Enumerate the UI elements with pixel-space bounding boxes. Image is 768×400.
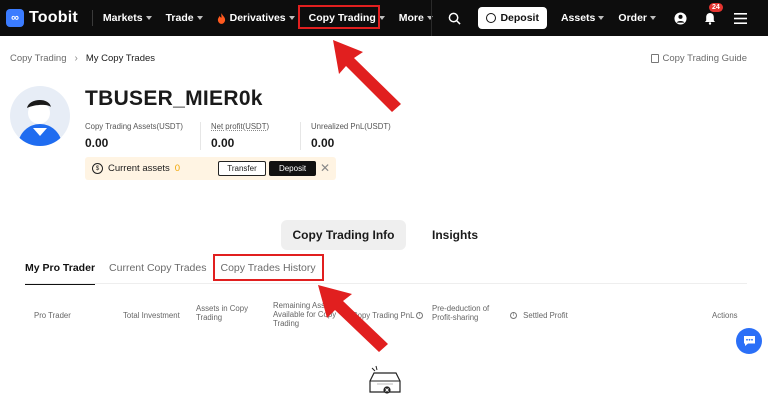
search-icon [448,12,461,25]
column-total-investment: Total Investment [123,311,180,320]
info-icon[interactable]: i [510,312,517,320]
flame-icon [217,12,225,24]
info-icon[interactable]: i [416,312,424,320]
subtab-copy-trades-history[interactable]: Copy Trades History [212,254,324,282]
annotation-arrow-icon [333,40,401,112]
nav-derivatives[interactable]: Derivatives [217,12,295,24]
nav-derivatives-label: Derivatives [229,12,286,24]
stat-value: 0.00 [311,136,335,150]
column-settled-profit: i Settled Profit [510,311,568,320]
column-actions: Actions [712,311,738,320]
column-pro-trader: Pro Trader [34,311,71,320]
top-nav: ∞ Toobit Markets Trade Derivatives Copy … [0,0,768,36]
subtab-current-copy-trades[interactable]: Current Copy Trades [109,262,206,282]
stat-label: Unrealized PnL(USDT) [311,122,391,131]
tab-insights[interactable]: Insights [422,220,488,250]
stat-value: 0.00 [85,136,109,150]
stat-label[interactable]: Net profit(USDT) [211,122,300,131]
hamburger-menu-icon [733,12,747,24]
empty-box-icon [369,365,401,394]
current-assets-value: 0 [174,163,181,174]
tab-copy-trading-info[interactable]: Copy Trading Info [281,220,406,250]
header-deposit-label: Deposit [500,12,539,24]
support-chat-button[interactable] [736,328,762,354]
header-deposit-button[interactable]: Deposit [478,7,547,29]
subtab-my-pro-trader[interactable]: My Pro Trader [25,262,96,285]
stat-value: 0.00 [211,136,235,150]
nav-right: Deposit Assets Order 24 [431,0,768,36]
coin-icon: $ [92,163,103,174]
breadcrumb: Copy Trading › My Copy Trades [10,53,155,64]
document-icon [650,54,659,63]
divider [25,283,747,284]
current-assets-bar: $ Current assets 0 Transfer Deposit ✕ [85,157,336,180]
column-label: Copy Trading PnL [352,311,415,320]
menu-button[interactable] [730,8,750,28]
chevron-down-icon [598,16,605,20]
brand-name: Toobit [29,9,78,26]
subtab-label: Current Copy Trades [109,262,207,274]
transfer-button[interactable]: Transfer [218,161,266,176]
guide-label: Copy Trading Guide [662,53,748,64]
stat-copy-trading-assets: Copy Trading Assets(USDT) 0.00 [85,122,200,150]
chevron-right-icon: › [74,53,78,64]
column-pre-deduction-profit-sharing: Pre-deduction of Profit-sharing [432,304,490,322]
nav-right-divider [431,0,433,36]
nav-order[interactable]: Order [618,12,656,24]
nav-copy-trading[interactable]: Copy Trading [297,5,385,29]
current-assets-label: Current assets [108,163,170,174]
stat-label: Copy Trading Assets(USDT) [85,122,183,131]
username: TBUSER_MIER0k [85,87,263,110]
user-icon [673,11,687,25]
nav-order-label: Order [618,12,647,24]
highlight-box [212,254,324,281]
search-button[interactable] [444,8,464,28]
highlight-box [297,5,380,29]
nav-markets-label: Markets [102,12,143,24]
breadcrumb-root[interactable]: Copy Trading [10,53,67,64]
nav-divider [91,10,93,26]
notifications-button[interactable]: 24 [700,3,723,28]
brand-logo[interactable]: ∞ Toobit [6,9,78,27]
nav-assets[interactable]: Assets [560,12,605,24]
stats-row: Copy Trading Assets(USDT) 0.00 Net profi… [85,122,400,150]
stat-unrealized-pnl: Unrealized PnL(USDT) 0.00 [300,122,400,150]
nav-trade[interactable]: Trade [166,12,203,24]
notification-badge: 24 [709,3,723,12]
nav-assets-label: Assets [560,12,596,24]
deposit-icon [486,13,497,23]
column-copy-trading-pnl: Copy Trading PnL i [352,311,424,320]
sub-tabs: My Pro Trader Current Copy Trades Copy T… [25,254,330,285]
breadcrumb-current: My Copy Trades [85,53,156,64]
column-label: Settled Profit [523,311,568,320]
avatar [10,86,70,146]
column-remaining-assets: Remaining Assets Available for Copy Trad… [273,301,337,328]
deposit-button[interactable]: Deposit [269,161,316,176]
chevron-down-icon [650,16,656,20]
nav-more-label: More [398,12,424,24]
copy-trading-guide-link[interactable]: Copy Trading Guide [650,53,748,64]
bell-icon [705,12,715,25]
column-assets-in-copy-trading: Assets in Copy Trading [196,304,249,322]
chevron-down-icon [288,16,295,20]
close-icon[interactable]: ✕ [320,161,330,175]
nav-markets[interactable]: Markets [103,12,152,24]
nav-more[interactable]: More [399,12,433,24]
stat-net-profit: Net profit(USDT) 0.00 [200,122,300,150]
chat-icon [743,336,755,346]
chevron-down-icon [196,16,203,20]
chevron-down-icon [145,16,152,20]
nav-trade-label: Trade [165,12,194,24]
account-button[interactable] [670,8,690,28]
subtab-label: My Pro Trader [25,262,96,274]
user-avatar-icon [18,99,62,146]
toobit-logo-icon: ∞ [6,9,24,27]
